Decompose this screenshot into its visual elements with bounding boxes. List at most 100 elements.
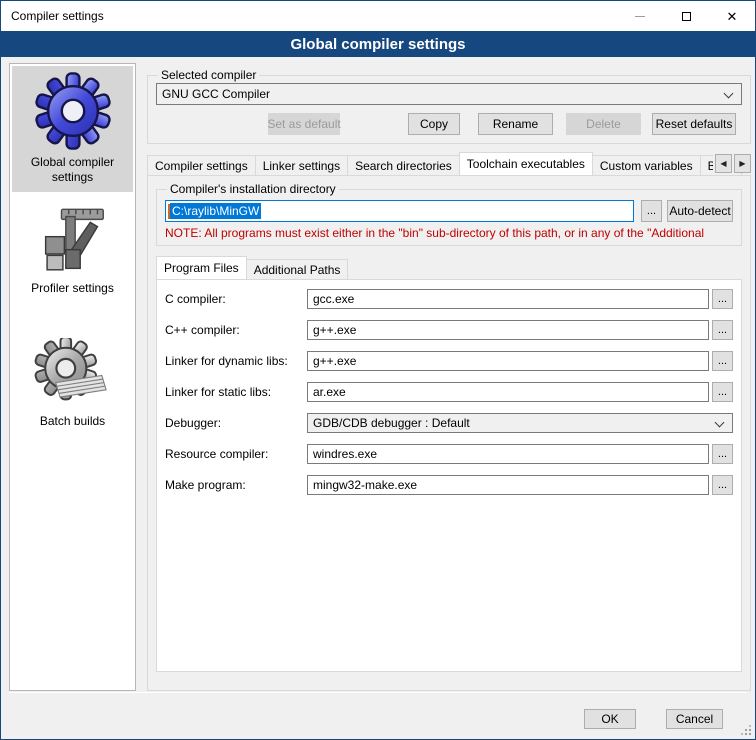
minimize-icon	[635, 16, 645, 17]
tab-search-directories[interactable]: Search directories	[347, 155, 460, 175]
compiler-actions: Set as default Copy Rename Delete Reset …	[156, 113, 742, 135]
chevron-down-icon	[715, 418, 725, 428]
ellipsis-icon: ...	[718, 293, 727, 305]
footer-separator	[9, 692, 747, 693]
tab-scroll-left-button[interactable]: ◀	[715, 154, 732, 173]
resize-grip[interactable]	[741, 725, 751, 735]
sidebar-item-global-compiler-settings[interactable]: Global compiler settings	[12, 66, 133, 192]
field-row-resource-compiler: Resource compiler: windres.exe ...	[165, 444, 733, 464]
sidebar-item-batch-builds[interactable]: Batch builds	[12, 333, 133, 436]
selected-compiler-group-label: Selected compiler	[158, 68, 259, 82]
ellipsis-icon: ...	[718, 324, 727, 336]
tab-label: Search directories	[355, 159, 452, 173]
button-label: Copy	[420, 117, 448, 131]
subtab-additional-paths[interactable]: Additional Paths	[246, 259, 349, 279]
tab-label: Compiler settings	[155, 159, 248, 173]
field-value: windres.exe	[313, 447, 377, 461]
field-label: Linker for static libs:	[165, 385, 307, 399]
sidebar-item-profiler-settings[interactable]: Profiler settings	[12, 200, 133, 303]
field-label: C++ compiler:	[165, 323, 307, 337]
arrow-left-icon: ◀	[720, 159, 726, 168]
installation-note: NOTE: All programs must exist either in …	[165, 226, 733, 240]
maximize-icon	[682, 12, 691, 21]
blue-gear-icon	[33, 71, 113, 151]
c-compiler-browse-button[interactable]: ...	[712, 289, 733, 309]
browse-directory-button[interactable]: ...	[641, 200, 662, 222]
tab-scroll-buttons: ◀ ▶	[713, 154, 751, 173]
main-panel: Selected compiler GNU GCC Compiler Set a…	[147, 63, 751, 691]
installation-directory-input[interactable]: C:\raylib\MinGW	[165, 200, 634, 222]
caption-buttons: ✕	[617, 1, 755, 31]
installation-directory-row: C:\raylib\MinGW ... Auto-detect	[165, 200, 733, 222]
static-linker-browse-button[interactable]: ...	[712, 382, 733, 402]
installation-directory-group: Compiler's installation directory C:\ray…	[156, 182, 742, 246]
selected-compiler-group: Selected compiler GNU GCC Compiler Set a…	[147, 68, 751, 144]
toolchain-subtabs: Program Files Additional Paths	[156, 256, 742, 279]
tab-label: Custom variables	[600, 159, 693, 173]
chevron-down-icon	[724, 89, 734, 99]
field-value: g++.exe	[313, 354, 356, 368]
window-title: Compiler settings	[11, 9, 104, 23]
close-button[interactable]: ✕	[709, 1, 755, 31]
tab-compiler-settings[interactable]: Compiler settings	[147, 155, 256, 175]
field-label: Resource compiler:	[165, 447, 307, 461]
close-icon: ✕	[727, 10, 738, 23]
ellipsis-icon: ...	[718, 386, 727, 398]
settings-category-sidebar: Global compiler settings Profiler settin…	[9, 63, 136, 691]
cpp-compiler-input[interactable]: g++.exe	[307, 320, 709, 340]
tab-toolchain-executables[interactable]: Toolchain executables	[459, 152, 593, 175]
sidebar-item-label: Batch builds	[40, 414, 105, 429]
tab-custom-variables[interactable]: Custom variables	[592, 155, 701, 175]
tab-label: Program Files	[164, 261, 239, 275]
gray-gear-papers-icon	[33, 338, 113, 410]
auto-detect-button[interactable]: Auto-detect	[667, 200, 733, 222]
button-label: Set as default	[267, 117, 340, 131]
installation-directory-group-label: Compiler's installation directory	[167, 182, 339, 196]
ellipsis-icon: ...	[718, 479, 727, 491]
c-compiler-input[interactable]: gcc.exe	[307, 289, 709, 309]
button-label: Auto-detect	[669, 204, 730, 218]
minimize-button	[617, 1, 663, 31]
button-label: OK	[601, 712, 618, 726]
field-label: Make program:	[165, 478, 307, 492]
dynamic-linker-input[interactable]: g++.exe	[307, 351, 709, 371]
copy-button[interactable]: Copy	[408, 113, 460, 135]
tab-scroll-right-button[interactable]: ▶	[734, 154, 751, 173]
compiler-select[interactable]: GNU GCC Compiler	[156, 83, 742, 105]
rename-button[interactable]: Rename	[478, 113, 553, 135]
reset-defaults-button[interactable]: Reset defaults	[652, 113, 736, 135]
field-label: Debugger:	[165, 416, 307, 430]
sidebar-item-label: Profiler settings	[31, 281, 114, 296]
button-label: Delete	[586, 117, 621, 131]
subtab-program-files[interactable]: Program Files	[156, 256, 247, 279]
toolchain-executables-panel: Compiler's installation directory C:\ray…	[147, 175, 751, 691]
field-row-c-compiler: C compiler: gcc.exe ...	[165, 289, 733, 309]
field-label: Linker for dynamic libs:	[165, 354, 307, 368]
resource-compiler-input[interactable]: windres.exe	[307, 444, 709, 464]
button-label: Rename	[493, 117, 538, 131]
static-linker-input[interactable]: ar.exe	[307, 382, 709, 402]
tab-linker-settings[interactable]: Linker settings	[255, 155, 348, 175]
dynamic-linker-browse-button[interactable]: ...	[712, 351, 733, 371]
debugger-select[interactable]: GDB/CDB debugger : Default	[307, 413, 733, 433]
field-value: ar.exe	[313, 385, 346, 399]
program-files-panel: C compiler: gcc.exe ... C++ compiler: g+…	[156, 279, 742, 672]
titlebar: Compiler settings ✕	[1, 1, 755, 31]
resource-compiler-browse-button[interactable]: ...	[712, 444, 733, 464]
make-program-browse-button[interactable]: ...	[712, 475, 733, 495]
button-label: Cancel	[676, 712, 713, 726]
field-value: GDB/CDB debugger : Default	[313, 416, 470, 430]
tab-label: Linker settings	[263, 159, 340, 173]
make-program-input[interactable]: mingw32-make.exe	[307, 475, 709, 495]
field-value: mingw32-make.exe	[313, 478, 417, 492]
field-label: C compiler:	[165, 292, 307, 306]
ellipsis-icon: ...	[718, 448, 727, 460]
maximize-button[interactable]	[663, 1, 709, 31]
caliper-icon	[33, 205, 113, 277]
delete-button: Delete	[566, 113, 641, 135]
cpp-compiler-browse-button[interactable]: ...	[712, 320, 733, 340]
ok-button[interactable]: OK	[584, 709, 636, 729]
cancel-button[interactable]: Cancel	[666, 709, 723, 729]
tab-label: Additional Paths	[254, 263, 341, 277]
compiler-select-value: GNU GCC Compiler	[162, 87, 270, 101]
